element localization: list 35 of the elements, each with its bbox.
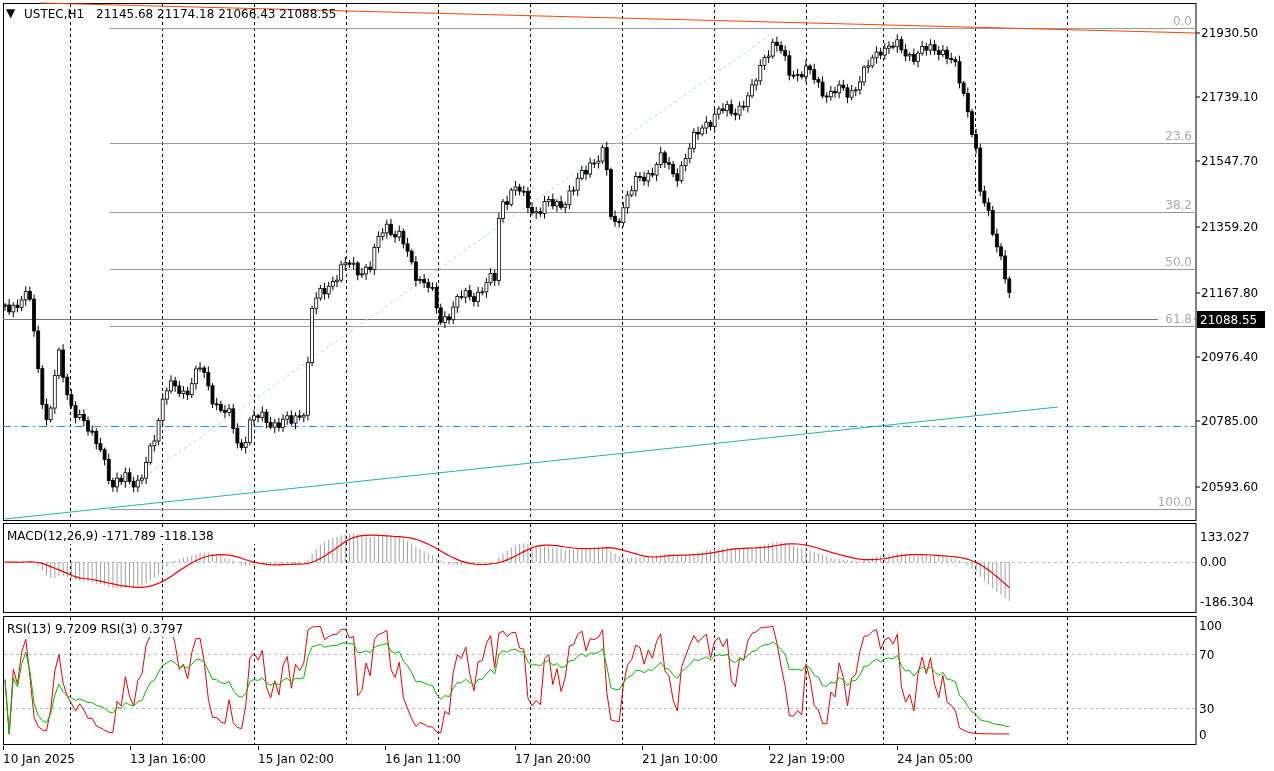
- rsi-axis-label: 100: [1199, 619, 1222, 633]
- fibonacci-level-label: 38.2: [1165, 198, 1192, 212]
- price-axis-label: 21359.20: [1201, 220, 1259, 234]
- time-axis-label: 22 Jan 19:00: [769, 752, 845, 766]
- time-axis-label: 15 Jan 02:00: [258, 752, 334, 766]
- fibonacci-level-label: 61.8: [1165, 312, 1192, 326]
- ohlc-values: 21145.68 21174.18 21066.43 21088.55: [96, 7, 337, 21]
- time-axis-label: 13 Jan 16:00: [130, 752, 206, 766]
- macd-axis-label: 133.027: [1200, 530, 1250, 544]
- time-axis-label: 16 Jan 11:00: [385, 752, 461, 766]
- fibonacci-level-label: 100.0: [1157, 495, 1192, 509]
- time-axis-label: 17 Jan 20:00: [515, 752, 591, 766]
- menu-icon[interactable]: ▼: [6, 6, 16, 20]
- time-axis-label: 21 Jan 10:00: [642, 752, 718, 766]
- rsi-axis-label: 70: [1199, 648, 1215, 662]
- price-axis-label: 20593.60: [1201, 480, 1259, 494]
- rsi-axis-label: 30: [1199, 702, 1215, 716]
- price-axis-label: 20785.00: [1201, 414, 1259, 428]
- fibonacci-level-label: 0.0: [1172, 14, 1192, 28]
- fibonacci-level-label: 50.0: [1165, 255, 1192, 269]
- macd-axis-label: 0.00: [1200, 555, 1227, 569]
- rsi-axis-label: 0: [1199, 728, 1207, 742]
- fibonacci-level-label: 23.6: [1165, 129, 1192, 143]
- price-axis-label: 21930.50: [1201, 26, 1259, 40]
- current-price-tag: 21088.55: [1197, 311, 1265, 328]
- symbol-label: USTEC,H1: [24, 7, 85, 21]
- time-axis-label: 24 Jan 05:00: [897, 752, 973, 766]
- time-axis-label: 10 Jan 2025: [3, 752, 75, 766]
- price-axis-label: 21547.70: [1201, 154, 1259, 168]
- macd-label: MACD(12,26,9) -171.789 -118.138: [7, 529, 214, 543]
- price-axis-label: 20976.40: [1201, 350, 1259, 364]
- price-axis-label: 21167.80: [1201, 286, 1259, 300]
- macd-axis-label: -186.304: [1200, 595, 1254, 609]
- price-axis-label: 21739.10: [1201, 90, 1259, 104]
- rsi-label: RSI(13) 9.7209 RSI(3) 0.3797: [7, 622, 184, 636]
